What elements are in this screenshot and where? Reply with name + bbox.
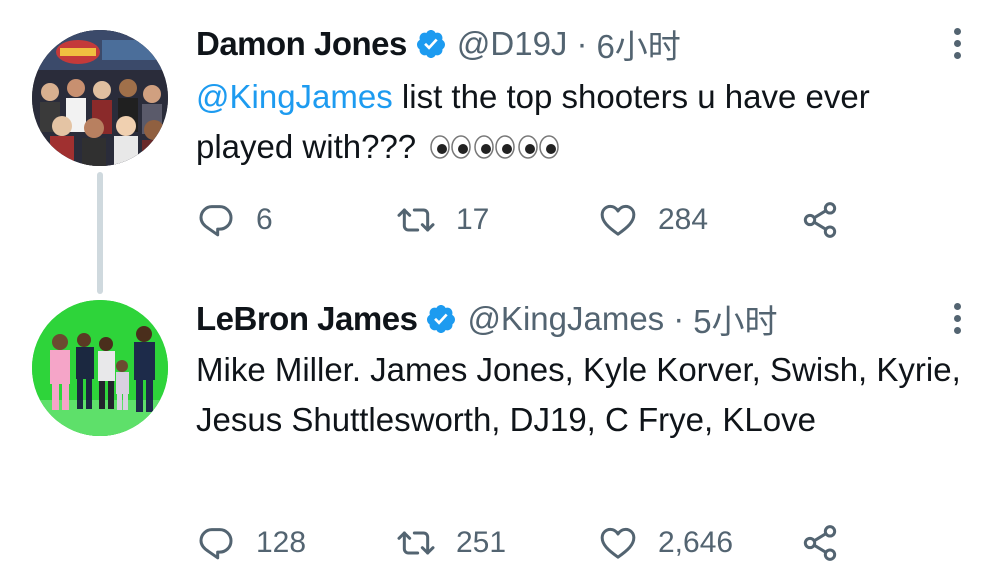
mention-link[interactable]: @KingJames: [196, 78, 393, 115]
tweet-actions: 128 251 2,646: [196, 518, 916, 568]
separator-dot: ·: [576, 25, 588, 62]
display-name[interactable]: Damon Jones: [196, 25, 407, 63]
verified-badge-icon: [427, 305, 456, 333]
tweet-timestamp[interactable]: 5小时: [693, 295, 777, 343]
like-button[interactable]: 2,646: [598, 518, 733, 568]
thread-connector-line: [97, 172, 103, 294]
tweet-lebron-james[interactable]: LeBron James @KingJames · 5小时 Mike Mille…: [0, 290, 1000, 570]
share-button[interactable]: [800, 195, 860, 245]
retweet-count: 251: [456, 526, 507, 559]
share-icon: [803, 202, 837, 238]
user-handle[interactable]: @D19J: [457, 25, 568, 63]
share-icon: [803, 525, 837, 561]
tweet-timestamp[interactable]: 6小时: [596, 20, 680, 68]
avatar-group-photo-image: [32, 300, 168, 436]
user-handle[interactable]: @KingJames: [467, 300, 664, 338]
retweet-icon: [397, 531, 435, 555]
reply-count: 6: [256, 203, 273, 236]
reply-icon: [199, 528, 233, 560]
avatar-damon-jones[interactable]: [32, 30, 168, 166]
avatar-crowd-image: [32, 30, 168, 166]
retweet-button[interactable]: 251: [396, 518, 506, 568]
like-icon: [600, 204, 636, 236]
more-icon[interactable]: [952, 24, 962, 64]
tweet-text: Mike Miller. James Jones, Kyle Korver, S…: [196, 351, 961, 438]
tweet-damon-jones[interactable]: Damon Jones @D19J · 6小时 @KingJames list …: [0, 0, 1000, 294]
reply-count: 128: [256, 526, 307, 559]
like-count: 2,646: [658, 526, 734, 559]
separator-dot: ·: [673, 300, 685, 337]
share-button[interactable]: [800, 518, 860, 568]
eyes-emoji-icon: [429, 124, 561, 174]
more-icon[interactable]: [952, 299, 962, 339]
display-name[interactable]: LeBron James: [196, 300, 418, 338]
reply-button[interactable]: 128: [196, 518, 306, 568]
reply-icon: [199, 205, 233, 237]
retweet-button[interactable]: 17: [396, 195, 489, 245]
tweet-actions: 6 17 284: [196, 195, 916, 245]
verified-badge-icon: [416, 30, 445, 58]
tweet-header: LeBron James @KingJames · 5小时: [196, 299, 778, 340]
like-icon: [600, 527, 636, 559]
tweet-header: Damon Jones @D19J · 6小时: [196, 24, 681, 65]
retweet-icon: [397, 208, 435, 232]
avatar-lebron-james[interactable]: [32, 300, 168, 436]
like-button[interactable]: 284: [598, 195, 708, 245]
tweet-text: @KingJames list the top shooters u have …: [196, 72, 976, 174]
retweet-count: 17: [456, 203, 490, 236]
like-count: 284: [658, 203, 709, 236]
reply-button[interactable]: 6: [196, 195, 273, 245]
